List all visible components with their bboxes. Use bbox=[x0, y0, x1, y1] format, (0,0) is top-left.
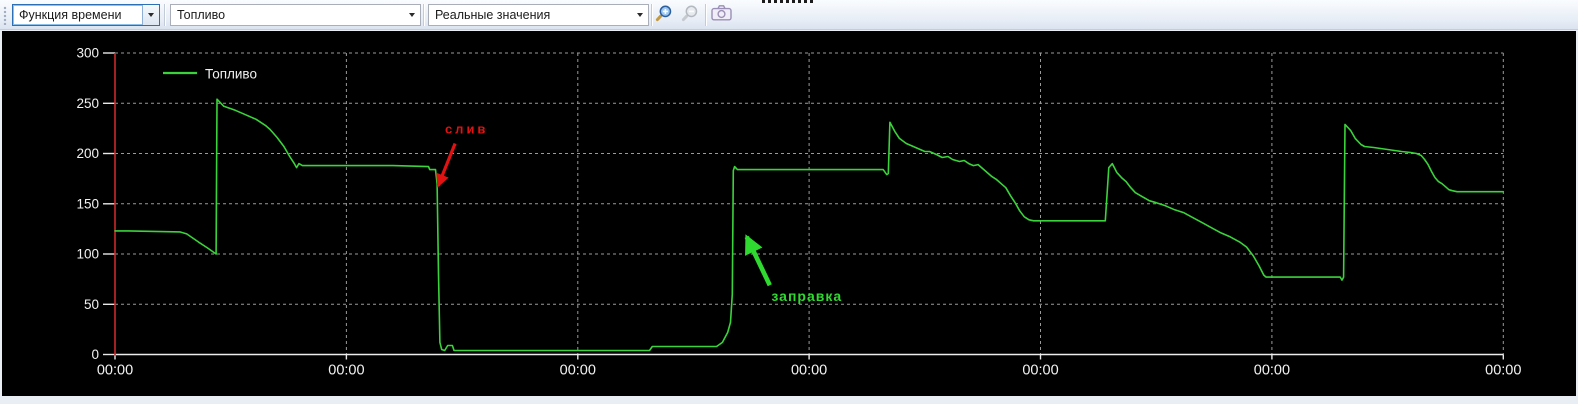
y-tick-label: 250 bbox=[76, 96, 99, 111]
toolbar-separator bbox=[423, 4, 425, 26]
chevron-down-icon[interactable] bbox=[632, 13, 648, 17]
zoom-out-button[interactable] bbox=[680, 6, 700, 24]
toolbar-separator bbox=[164, 4, 166, 26]
drag-dots bbox=[762, 0, 816, 3]
fuel-time-chart: 0 50 100 150 200 250 300 00:00 00:00 00:00 00:00 00… bbox=[2, 31, 1576, 396]
y-tick-label: 300 bbox=[76, 46, 99, 61]
drain-arrow-icon bbox=[438, 144, 455, 186]
y-tick-label: 100 bbox=[76, 247, 99, 262]
x-tick-label: 00:00 bbox=[791, 363, 827, 379]
x-tick-label: 00:00 bbox=[1022, 363, 1058, 379]
app-window: Функция времени Топливо Реальные значени… bbox=[0, 0, 1578, 404]
time-function-select[interactable]: Функция времени bbox=[12, 4, 160, 26]
mode-select-value: Реальные значения bbox=[429, 8, 632, 22]
x-tick-label: 00:00 bbox=[97, 363, 133, 379]
drain-label: слив bbox=[445, 121, 488, 136]
mode-select[interactable]: Реальные значения bbox=[428, 4, 649, 26]
time-function-value: Функция времени bbox=[13, 8, 142, 22]
series-select-value: Топливо bbox=[171, 8, 404, 22]
screenshot-button[interactable] bbox=[710, 6, 732, 24]
chevron-down-icon[interactable] bbox=[142, 5, 159, 25]
refuel-label: заправка bbox=[771, 288, 842, 304]
x-tick-label: 00:00 bbox=[560, 363, 596, 379]
x-tick-label: 00:00 bbox=[328, 363, 364, 379]
toolbar-grip[interactable] bbox=[3, 6, 7, 25]
chevron-down-icon[interactable] bbox=[404, 13, 420, 17]
refuel-arrow-icon bbox=[747, 237, 770, 285]
zoom-in-button[interactable] bbox=[654, 6, 674, 24]
refuel-annotation: заправка bbox=[747, 237, 842, 304]
y-tick-label: 200 bbox=[76, 146, 99, 161]
y-tick-label: 50 bbox=[84, 297, 99, 312]
chart-panel: 0 50 100 150 200 250 300 00:00 00:00 00:00 00:00 00… bbox=[2, 31, 1576, 396]
y-tick-label: 0 bbox=[91, 347, 99, 362]
camera-icon bbox=[711, 4, 732, 26]
chart-toolbar: Функция времени Топливо Реальные значени… bbox=[0, 0, 1578, 30]
toolbar-separator bbox=[651, 4, 653, 26]
legend: Топливо bbox=[163, 67, 257, 82]
x-tick-label: 00:00 bbox=[1485, 363, 1521, 379]
legend-label: Топливо bbox=[205, 67, 257, 82]
x-tick-label: 00:00 bbox=[1254, 363, 1290, 379]
toolbar-separator bbox=[705, 4, 707, 26]
y-tick-label: 150 bbox=[76, 196, 99, 211]
zoom-in-magnifier-icon bbox=[655, 4, 673, 27]
zoom-out-magnifier-icon bbox=[681, 4, 699, 27]
series-select[interactable]: Топливо bbox=[170, 4, 421, 26]
